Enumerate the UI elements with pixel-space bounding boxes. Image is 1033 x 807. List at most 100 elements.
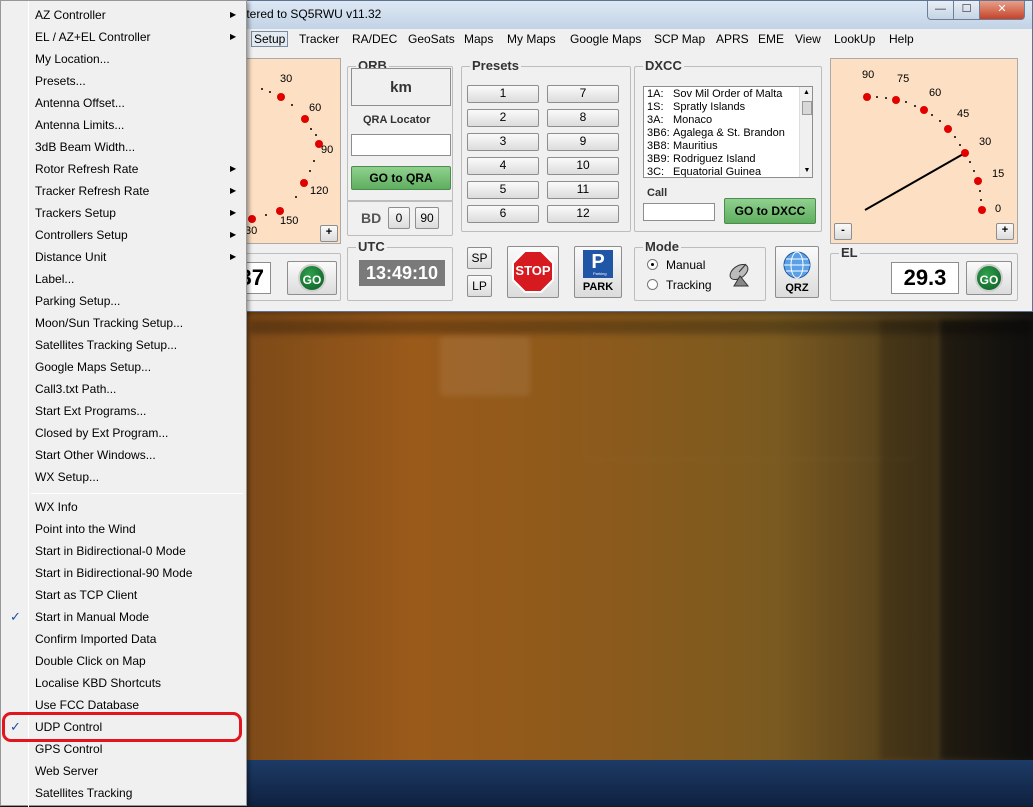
- dxcc-scrollbar[interactable]: ▲ ▼: [799, 87, 812, 177]
- menu-lookup[interactable]: LookUp: [831, 32, 878, 46]
- menu-my-maps[interactable]: My Maps: [504, 32, 559, 46]
- call-input[interactable]: [643, 203, 715, 221]
- menu-item-start-ext-programs[interactable]: Start Ext Programs...: [1, 400, 246, 422]
- preset-9-button[interactable]: 9: [547, 133, 619, 151]
- maximize-button[interactable]: ☐: [953, 1, 980, 20]
- menu-item-wx-info[interactable]: WX Info: [1, 496, 246, 518]
- qrz-button[interactable]: QRZ: [775, 246, 819, 298]
- qra-locator-input[interactable]: [351, 134, 451, 156]
- menu-item-az-controller[interactable]: AZ Controller ▶: [1, 4, 246, 26]
- menu-item-confirm-imported-data[interactable]: Confirm Imported Data: [1, 628, 246, 650]
- close-button[interactable]: ✕: [979, 1, 1025, 20]
- menu-item-web-server[interactable]: Web Server: [1, 760, 246, 782]
- preset-3-button[interactable]: 3: [467, 133, 539, 151]
- az-plus-button[interactable]: +: [320, 225, 338, 242]
- menu-item-satellites-tracking-setup[interactable]: Satellites Tracking Setup...: [1, 334, 246, 356]
- el-minus-button[interactable]: -: [834, 223, 852, 240]
- preset-2-button[interactable]: 2: [467, 109, 539, 127]
- menu-google-maps[interactable]: Google Maps: [567, 32, 644, 46]
- preset-5-button[interactable]: 5: [467, 181, 539, 199]
- mode-manual-radio[interactable]: Manual: [647, 258, 705, 272]
- menu-help[interactable]: Help: [886, 32, 917, 46]
- menu-item-satellites-tracking[interactable]: Satellites Tracking: [1, 782, 246, 804]
- mode-tracking-radio[interactable]: Tracking: [647, 278, 712, 292]
- menu-item-start-as-tcp-client[interactable]: Start as TCP Client: [1, 584, 246, 606]
- radio-selected-icon[interactable]: [647, 259, 658, 270]
- scroll-down-icon[interactable]: ▼: [800, 165, 812, 177]
- menu-setup[interactable]: Setup: [251, 31, 289, 47]
- el-plus-button[interactable]: +: [996, 223, 1014, 240]
- menu-item-3db-beam-width[interactable]: 3dB Beam Width...: [1, 136, 246, 158]
- menu-item-distance-unit[interactable]: Distance Unit ▶: [1, 246, 246, 268]
- az-go-button[interactable]: GO: [287, 261, 337, 295]
- menu-item-rotor-refresh-rate[interactable]: Rotor Refresh Rate ▶: [1, 158, 246, 180]
- menu-item-double-click-on-map[interactable]: Double Click on Map: [1, 650, 246, 672]
- minimize-button[interactable]: —: [927, 1, 954, 20]
- dxcc-entry[interactable]: 1A: Sov Mil Order of Malta: [647, 88, 785, 101]
- dxcc-entry[interactable]: 3A: Monaco: [647, 114, 785, 127]
- preset-4-button[interactable]: 4: [467, 157, 539, 175]
- scroll-thumb[interactable]: [802, 101, 812, 115]
- menu-item-my-location[interactable]: My Location...: [1, 48, 246, 70]
- dxcc-entry[interactable]: 1S: Spratly Islands: [647, 101, 785, 114]
- preset-6-button[interactable]: 6: [467, 205, 539, 223]
- menu-item-google-maps-setup[interactable]: Google Maps Setup...: [1, 356, 246, 378]
- menu-aprs[interactable]: APRS: [713, 32, 752, 46]
- menu-item-wx-setup[interactable]: WX Setup...: [1, 466, 246, 488]
- menu-item-label[interactable]: Label...: [1, 268, 246, 290]
- dxcc-entry[interactable]: 3B9: Rodriguez Island: [647, 153, 785, 166]
- menu-item-tracker-refresh-rate[interactable]: Tracker Refresh Rate ▶: [1, 180, 246, 202]
- menu-geosats[interactable]: GeoSats: [405, 32, 458, 46]
- menu-scp-map[interactable]: SCP Map: [651, 32, 708, 46]
- menu-item-localise-kbd-shortcuts[interactable]: Localise KBD Shortcuts: [1, 672, 246, 694]
- menu-item-point-into-the-wind[interactable]: Point into the Wind: [1, 518, 246, 540]
- sp-button[interactable]: SP: [467, 247, 492, 269]
- menu-item-closed-by-ext-program[interactable]: Closed by Ext Program...: [1, 422, 246, 444]
- el-go-button[interactable]: GO: [966, 261, 1012, 295]
- lp-button[interactable]: LP: [467, 275, 492, 297]
- menu-item-start-in-bidirectional-90-mode[interactable]: Start in Bidirectional-90 Mode: [1, 562, 246, 584]
- go-to-dxcc-button[interactable]: GO to DXCC: [724, 198, 816, 224]
- preset-11-button[interactable]: 11: [547, 181, 619, 199]
- utc-clock: 13:49:10: [359, 260, 445, 286]
- bd-90-button[interactable]: 90: [415, 207, 439, 229]
- menu-item-start-in-manual-mode[interactable]: Start in Manual Mode ✓: [1, 606, 246, 628]
- menu-item-trackers-setup[interactable]: Trackers Setup ▶: [1, 202, 246, 224]
- dxcc-entry[interactable]: 3C: Equatorial Guinea: [647, 166, 785, 177]
- dxcc-entry[interactable]: 3B6: Agalega & St. Brandon: [647, 127, 785, 140]
- menu-eme[interactable]: EME: [755, 32, 787, 46]
- menu-maps[interactable]: Maps: [461, 32, 496, 46]
- menu-item-label: Point into the Wind: [35, 522, 136, 536]
- bd-0-button[interactable]: 0: [388, 207, 410, 229]
- dxcc-list[interactable]: ▲ ▼ 1A: Sov Mil Order of Malta 1S: Spratly…: [643, 86, 813, 178]
- preset-12-button[interactable]: 12: [547, 205, 619, 223]
- park-button[interactable]: P Parking PARK: [574, 246, 622, 298]
- menu-radec[interactable]: RA/DEC: [349, 32, 400, 46]
- menu-item-el-az-el-controller[interactable]: EL / AZ+EL Controller ▶: [1, 26, 246, 48]
- menu-item-presets[interactable]: Presets...: [1, 70, 246, 92]
- preset-1-button[interactable]: 1: [467, 85, 539, 103]
- menu-item-call3-txt-path[interactable]: Call3.txt Path...: [1, 378, 246, 400]
- go-to-qra-button[interactable]: GO to QRA: [351, 166, 451, 190]
- dxcc-entry[interactable]: 3B8: Mauritius: [647, 140, 785, 153]
- menu-bar: Setup Tracker RA/DEC GeoSats Maps My Map…: [181, 29, 1032, 50]
- menu-item-controllers-setup[interactable]: Controllers Setup ▶: [1, 224, 246, 246]
- el-readout[interactable]: 29.3: [891, 262, 959, 294]
- menu-item-antenna-limits[interactable]: Antenna Limits...: [1, 114, 246, 136]
- preset-8-button[interactable]: 8: [547, 109, 619, 127]
- menu-item-antenna-offset[interactable]: Antenna Offset...: [1, 92, 246, 114]
- scroll-up-icon[interactable]: ▲: [800, 87, 812, 99]
- radio-unselected-icon[interactable]: [647, 279, 658, 290]
- app-window: gistered to SQ5RWU v11.32 — ☐ ✕ Setup Tr…: [180, 0, 1033, 312]
- menu-item-moon-sun-tracking-setup[interactable]: Moon/Sun Tracking Setup...: [1, 312, 246, 334]
- preset-10-button[interactable]: 10: [547, 157, 619, 175]
- preset-7-button[interactable]: 7: [547, 85, 619, 103]
- menu-item-start-in-bidirectional-0-mode[interactable]: Start in Bidirectional-0 Mode: [1, 540, 246, 562]
- menu-view[interactable]: View: [792, 32, 824, 46]
- menu-item-label: Call3.txt Path...: [35, 382, 117, 396]
- submenu-arrow-icon: ▶: [230, 230, 237, 239]
- menu-item-start-other-windows[interactable]: Start Other Windows...: [1, 444, 246, 466]
- stop-button[interactable]: STOP: [507, 246, 559, 298]
- menu-item-parking-setup[interactable]: Parking Setup...: [1, 290, 246, 312]
- menu-tracker[interactable]: Tracker: [296, 32, 342, 46]
